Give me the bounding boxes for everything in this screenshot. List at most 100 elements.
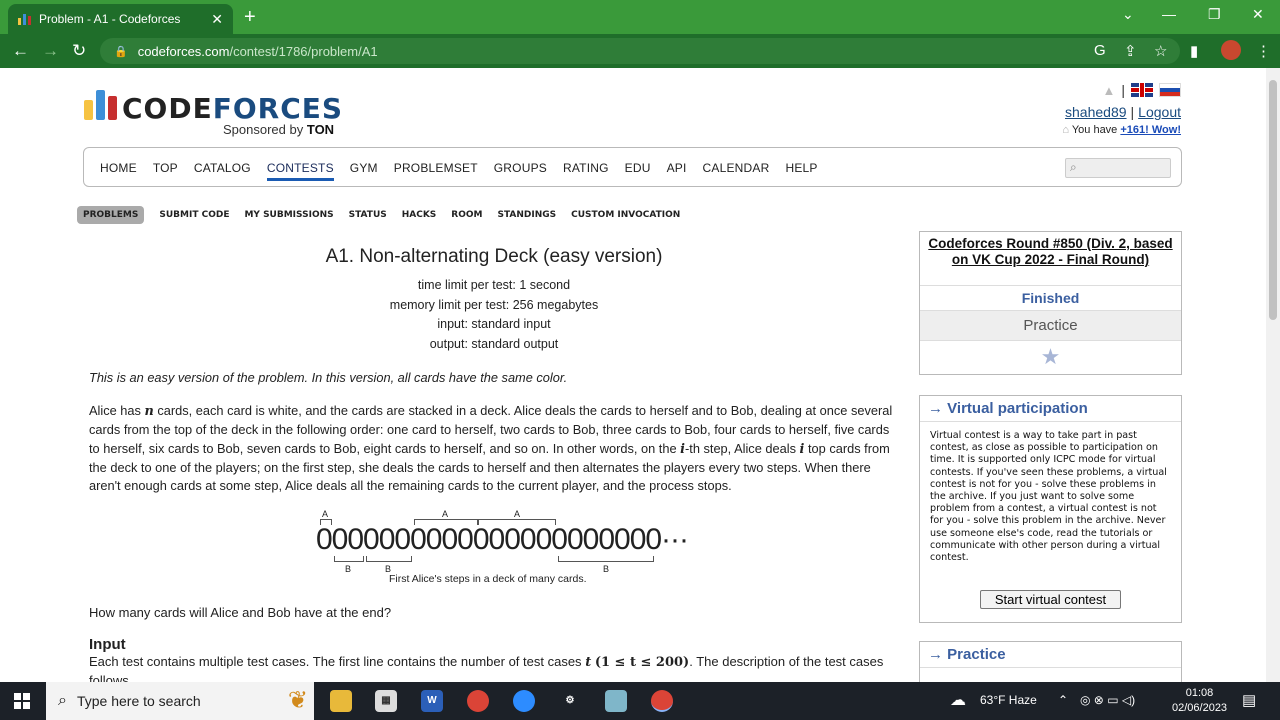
- share-icon[interactable]: ⇪: [1124, 42, 1137, 60]
- windows-start-icon[interactable]: [14, 693, 30, 709]
- chrome-icon[interactable]: [467, 690, 489, 712]
- restore-icon[interactable]: ❐: [1208, 6, 1221, 23]
- problem-legend: Alice has n cards, each card is white, a…: [89, 403, 893, 494]
- file-explorer-icon[interactable]: [330, 690, 352, 712]
- submenu-item-submit-code[interactable]: SUBMIT CODE: [159, 210, 229, 220]
- round-status: Finished: [920, 286, 1181, 311]
- round-info-box: Codeforces Round #850 (Div. 2, based on …: [919, 231, 1182, 375]
- rating-change-link[interactable]: +161! Wow!: [1120, 124, 1181, 136]
- figure-label-b-1: B: [345, 564, 352, 575]
- logo-sponsor: Sponsored by TON: [223, 122, 335, 137]
- bracket-b-2: [366, 556, 412, 563]
- submenu-item-problems[interactable]: PROBLEMS: [77, 206, 145, 224]
- tab-search-chevron-icon[interactable]: ⌄: [1122, 6, 1134, 23]
- output-spec: output: standard output: [429, 336, 559, 351]
- tray-chevron-icon[interactable]: ⌃: [1058, 693, 1068, 707]
- weather-text[interactable]: 63°F Haze: [980, 693, 1037, 707]
- input-section-text: Each test contains multiple test cases. …: [89, 654, 884, 682]
- virtual-participation-title: → Virtual participation: [920, 396, 1181, 422]
- new-tab-icon[interactable]: +: [244, 6, 256, 29]
- menu-item-top[interactable]: TOP: [153, 161, 178, 181]
- word-icon[interactable]: W: [421, 690, 443, 712]
- memory-limit: memory limit per test: 256 megabytes: [389, 297, 599, 312]
- tab-title: Problem - A1 - Codeforces: [39, 12, 181, 26]
- lock-icon[interactable]: 🔒: [114, 45, 128, 58]
- forward-icon[interactable]: →: [42, 41, 59, 61]
- start-virtual-contest-button[interactable]: Start virtual contest: [980, 590, 1121, 609]
- browser-tab-bar: Problem - A1 - Codeforces ✕ + ⌄ — ❐ ✕: [0, 0, 1280, 34]
- menu-item-home[interactable]: HOME: [100, 161, 137, 181]
- back-icon[interactable]: ←: [12, 41, 29, 61]
- zoom-icon[interactable]: [513, 690, 535, 712]
- search-icon: ⌕: [58, 692, 67, 709]
- menu-item-catalog[interactable]: CATALOG: [194, 161, 251, 181]
- windows-taskbar: ⌕ Type here to search ❦ ▦ W ⚙ ☁ 63°F Haz…: [0, 682, 1280, 720]
- submenu-item-custom-invocation[interactable]: CUSTOM INVOCATION: [571, 210, 680, 220]
- submenu-item-hacks[interactable]: HACKS: [402, 210, 437, 220]
- taskbar-search[interactable]: ⌕ Type here to search ❦: [46, 682, 314, 720]
- codeforces-favicon-icon: [18, 13, 31, 25]
- system-clock[interactable]: 01:08 02/06/2023: [1172, 686, 1227, 716]
- sidepanel-icon[interactable]: ▮: [1190, 42, 1198, 60]
- tray-icons[interactable]: ◎ ⊗ ▭ ◁): [1080, 693, 1135, 707]
- english-flag-icon[interactable]: [1131, 83, 1153, 97]
- reload-icon[interactable]: ↻: [72, 41, 86, 61]
- favorite-star-icon[interactable]: ★: [920, 341, 1181, 374]
- input-section-title: Input: [89, 636, 126, 654]
- figure-label-a-1: A: [322, 509, 329, 520]
- logout-link[interactable]: Logout: [1138, 104, 1181, 120]
- minimize-icon[interactable]: —: [1162, 6, 1176, 22]
- search-icon: ⌕: [1070, 160, 1077, 174]
- practice-box: → Practice: [919, 641, 1182, 682]
- round-practice: Practice: [920, 311, 1181, 341]
- chrome-active-icon[interactable]: [651, 690, 673, 712]
- submenu-item-standings[interactable]: STANDINGS: [498, 210, 557, 220]
- scrollbar-thumb[interactable]: [1269, 80, 1277, 320]
- url-host: codeforces.com: [137, 43, 230, 59]
- settings-gear-icon[interactable]: ⚙: [559, 690, 581, 712]
- bracket-b-1: [334, 556, 364, 563]
- menu-item-contests[interactable]: CONTESTS: [266, 161, 334, 181]
- menu-dots-icon[interactable]: ⋮: [1256, 42, 1271, 60]
- tab-close-icon[interactable]: ✕: [211, 11, 223, 28]
- url-path: /contest/1786/problem/A1: [229, 43, 378, 59]
- menu-item-edu[interactable]: EDU: [625, 161, 651, 181]
- search-input[interactable]: ⌕: [1065, 158, 1171, 178]
- menu-item-gym[interactable]: GYM: [350, 161, 378, 181]
- main-menu: HOME TOP CATALOG CONTESTS GYM PROBLEMSET GROUP…: [83, 147, 1182, 187]
- menu-item-api[interactable]: API: [667, 161, 687, 181]
- problem-title: A1. Non-alternating Deck (easy version): [325, 246, 663, 267]
- notifications-icon[interactable]: ▤: [1242, 691, 1256, 709]
- notepad-icon[interactable]: [605, 690, 627, 712]
- submenu-item-status[interactable]: STATUS: [349, 210, 387, 220]
- page-scrollbar[interactable]: [1266, 68, 1280, 682]
- bookmark-star-icon[interactable]: ☆: [1154, 42, 1167, 60]
- virtual-participation-text: Virtual contest is a way to take part in…: [930, 430, 1167, 564]
- username-link[interactable]: shahed89: [1065, 104, 1127, 120]
- menu-item-help[interactable]: HELP: [785, 161, 817, 181]
- store-icon[interactable]: ▦: [375, 690, 397, 712]
- weather-cloud-icon: ☁: [950, 692, 966, 709]
- address-bar[interactable]: 🔒 codeforces.com/contest/1786/problem/A1: [100, 38, 1180, 64]
- google-icon[interactable]: G: [1094, 42, 1106, 59]
- butterfly-icon: ❦: [287, 687, 308, 714]
- menu-item-calendar[interactable]: CALENDAR: [703, 161, 770, 181]
- submenu-item-room[interactable]: ROOM: [451, 210, 482, 220]
- figure-label-a-3: A: [514, 509, 521, 520]
- problem-question: How many cards will Alice and Bob have a…: [89, 605, 392, 621]
- russian-flag-icon[interactable]: [1159, 83, 1181, 97]
- menu-item-groups[interactable]: GROUPS: [494, 161, 547, 181]
- browser-tab[interactable]: Problem - A1 - Codeforces ✕: [8, 4, 233, 34]
- menu-item-problemset[interactable]: PROBLEMSET: [394, 161, 478, 181]
- taskbar-search-placeholder: Type here to search: [76, 693, 201, 709]
- round-title-link[interactable]: Codeforces Round #850 (Div. 2, based on …: [920, 232, 1181, 286]
- rating-change: ⌂ You have +161! Wow!: [1062, 124, 1181, 136]
- profile-avatar[interactable]: [1221, 40, 1241, 60]
- practice-title: → Practice: [920, 642, 1181, 668]
- menu-item-rating[interactable]: RATING: [563, 161, 609, 181]
- notification-bell-icon[interactable]: ▲: [1102, 83, 1115, 98]
- submenu-item-my-submissions[interactable]: MY SUBMISSIONS: [244, 210, 333, 220]
- web-page: CODEFORCES Sponsored by TON ▲ | shahed89…: [0, 68, 1266, 682]
- close-window-icon[interactable]: ✕: [1252, 6, 1264, 23]
- problem-statement: A1. Non-alternating Deck (easy version) …: [89, 246, 899, 682]
